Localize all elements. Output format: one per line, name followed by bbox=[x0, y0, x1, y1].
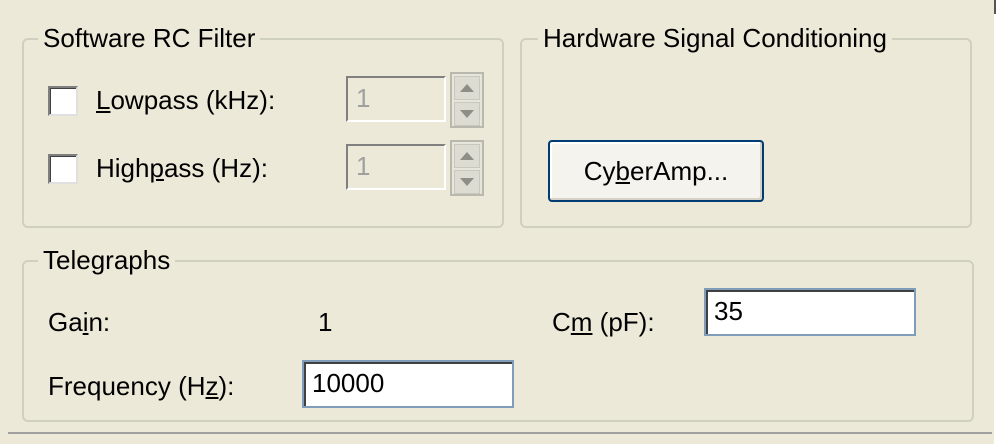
bottom-divider bbox=[8, 432, 992, 434]
cm-label-post: (pF): bbox=[592, 307, 655, 337]
highpass-input[interactable]: 1 bbox=[346, 144, 446, 190]
cyberamp-label-pre: Cy bbox=[583, 155, 616, 186]
gain-label-pre: Ga bbox=[48, 307, 83, 337]
cyberamp-label-mnemonic: b bbox=[615, 155, 630, 186]
highpass-spin-up[interactable] bbox=[454, 144, 480, 168]
highpass-label-mnemonic: p bbox=[149, 153, 164, 183]
arrow-down-icon bbox=[460, 178, 474, 186]
cm-label: Cm (pF): bbox=[552, 306, 655, 338]
lowpass-label-mnemonic: L bbox=[96, 85, 111, 115]
gain-label: Gain: bbox=[48, 306, 110, 338]
frequency-label-post: ): bbox=[218, 371, 235, 401]
hardware-signal-conditioning-title: Hardware Signal Conditioning bbox=[538, 22, 892, 54]
frequency-label-mnemonic: z bbox=[205, 371, 219, 401]
lowpass-label[interactable]: Lowpass (kHz): bbox=[96, 84, 275, 116]
highpass-checkbox[interactable] bbox=[48, 154, 78, 184]
highpass-label-pre: High bbox=[96, 153, 150, 183]
lowpass-checkbox[interactable] bbox=[48, 86, 78, 116]
arrow-up-icon bbox=[460, 84, 474, 92]
gain-value: 1 bbox=[318, 307, 333, 337]
window-edge bbox=[994, 0, 1000, 444]
highpass-spin-down[interactable] bbox=[454, 170, 480, 194]
gain-label-post: n: bbox=[88, 307, 111, 337]
cm-label-pre: C bbox=[552, 307, 571, 337]
cyberamp-label-post: erAmp... bbox=[630, 155, 729, 186]
highpass-label[interactable]: Highpass (Hz): bbox=[96, 152, 268, 184]
cm-input[interactable]: 35 bbox=[704, 288, 916, 336]
frequency-label: Frequency (Hz): bbox=[48, 370, 234, 402]
frequency-input[interactable]: 10000 bbox=[302, 360, 514, 408]
telegraphs-title: Telegraphs bbox=[38, 244, 176, 276]
lowpass-input[interactable]: 1 bbox=[346, 76, 446, 122]
cyberamp-button[interactable]: Cy b erAmp... bbox=[548, 140, 764, 202]
software-rc-filter-group: Software RC Filter bbox=[22, 22, 504, 228]
cm-label-mnemonic: m bbox=[570, 307, 593, 337]
lowpass-label-post: owpass (kHz): bbox=[110, 85, 276, 115]
frequency-label-pre: Frequency (H bbox=[48, 371, 206, 401]
lowpass-spinner[interactable] bbox=[450, 72, 484, 128]
software-rc-filter-title: Software RC Filter bbox=[38, 22, 261, 54]
lowpass-spin-down[interactable] bbox=[454, 102, 480, 126]
highpass-spinner[interactable] bbox=[450, 140, 484, 196]
arrow-down-icon bbox=[460, 110, 474, 118]
arrow-up-icon bbox=[460, 152, 474, 160]
highpass-label-post: ass (Hz): bbox=[163, 153, 268, 183]
lowpass-spin-up[interactable] bbox=[454, 76, 480, 100]
dialog-panel: Software RC Filter Lowpass (kHz): 1 High… bbox=[0, 0, 996, 444]
